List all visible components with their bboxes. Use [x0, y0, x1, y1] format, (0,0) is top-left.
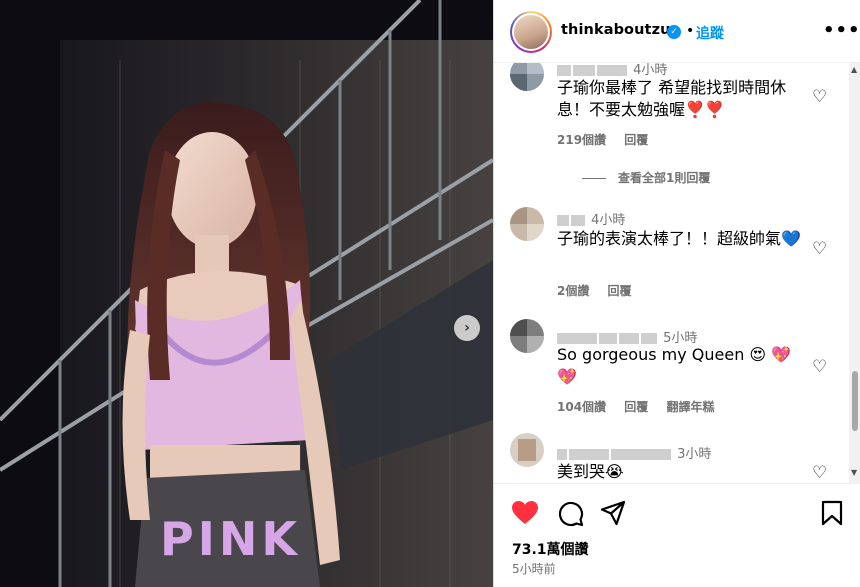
- reply-button[interactable]: 回覆: [624, 400, 648, 414]
- commenter-avatar[interactable]: [510, 63, 544, 91]
- pixelated-avatar: [510, 433, 544, 467]
- bookmark-icon[interactable]: [821, 500, 843, 526]
- share-icon[interactable]: [600, 500, 626, 526]
- comment-meta: 104個讚 回覆 翻譯年糕: [557, 398, 728, 415]
- scroll-thumb[interactable]: [852, 371, 858, 431]
- heart-icon[interactable]: ♡: [812, 239, 827, 259]
- heart-icon[interactable]: ♡: [812, 463, 827, 483]
- commenter-avatar[interactable]: [510, 207, 544, 241]
- post-actions: 73.1萬個讚 5小時前: [494, 483, 860, 587]
- heart-icon[interactable]: [511, 500, 539, 526]
- next-photo-button[interactable]: ›: [454, 315, 480, 341]
- post-timestamp: 5小時前: [512, 562, 556, 576]
- commenter-name[interactable]: 4小時: [557, 63, 667, 78]
- pixelated-avatar: [510, 319, 544, 353]
- post-header: thinkaboutzu ✓ • 追蹤 •••: [494, 0, 860, 63]
- username-link[interactable]: thinkaboutzu: [561, 22, 671, 38]
- heart-icon[interactable]: ♡: [812, 87, 827, 107]
- commenter-avatar[interactable]: [510, 319, 544, 353]
- comment-time: 4小時: [633, 63, 668, 78]
- post-side-panel: thinkaboutzu ✓ • 追蹤 ••• 4小時 子瑜你最棒了 希望能找到…: [493, 0, 860, 587]
- likes-count[interactable]: 73.1萬個讚: [512, 539, 589, 559]
- comments-scrollbar[interactable]: ▲ ▼: [849, 63, 860, 483]
- scroll-up-arrow-icon[interactable]: ▲: [851, 65, 857, 74]
- comment-meta: 2個讚 回覆: [557, 282, 646, 299]
- heart-icon[interactable]: ♡: [812, 357, 827, 377]
- profile-avatar[interactable]: [510, 11, 552, 53]
- separator-dot: •: [686, 23, 695, 39]
- view-replies-button[interactable]: 查看全部1則回覆: [582, 169, 710, 186]
- comment-meta: 219個讚 回覆: [557, 131, 662, 148]
- photo-image: PINK: [0, 0, 493, 587]
- comment-time: 4小時: [591, 213, 626, 228]
- follow-button[interactable]: 追蹤: [696, 23, 724, 43]
- commenter-avatar[interactable]: [510, 433, 544, 467]
- svg-text:PINK: PINK: [160, 512, 301, 566]
- comment-text: 子瑜你最棒了 希望能找到時間休息！不要太勉強喔❣️❣️: [557, 78, 787, 119]
- comment-text: So gorgeous my Queen 😍 💖💖: [557, 345, 792, 386]
- pixelated-avatar: [510, 207, 544, 241]
- verified-icon: ✓: [667, 25, 681, 39]
- comments-list[interactable]: 4小時 子瑜你最棒了 希望能找到時間休息！不要太勉強喔❣️❣️ 219個讚 回覆…: [494, 63, 847, 483]
- chevron-right-icon: ›: [464, 320, 470, 336]
- comment-likes[interactable]: 2個讚: [557, 284, 589, 298]
- reply-button[interactable]: 回覆: [608, 284, 632, 298]
- comment-text: 子瑜的表演太棒了！！超級帥氣💙: [557, 229, 801, 248]
- commenter-name[interactable]: 3小時: [557, 443, 711, 462]
- comment-time: 3小時: [677, 447, 712, 462]
- comment-icon[interactable]: [557, 500, 584, 527]
- view-replies-label: 查看全部1則回覆: [618, 171, 711, 185]
- translate-button[interactable]: 翻譯年糕: [666, 400, 714, 414]
- reply-button[interactable]: 回覆: [624, 133, 648, 147]
- comment-likes[interactable]: 104個讚: [557, 400, 606, 414]
- more-options-icon[interactable]: •••: [823, 20, 860, 41]
- post-photo: PINK ›: [0, 0, 493, 587]
- pixelated-avatar: [510, 63, 544, 91]
- comment-text: 美到哭😭: [557, 462, 624, 481]
- avatar-image: [514, 15, 548, 49]
- scroll-down-arrow-icon[interactable]: ▼: [851, 468, 857, 477]
- commenter-name[interactable]: 4小時: [557, 209, 625, 228]
- comment-likes[interactable]: 219個讚: [557, 133, 606, 147]
